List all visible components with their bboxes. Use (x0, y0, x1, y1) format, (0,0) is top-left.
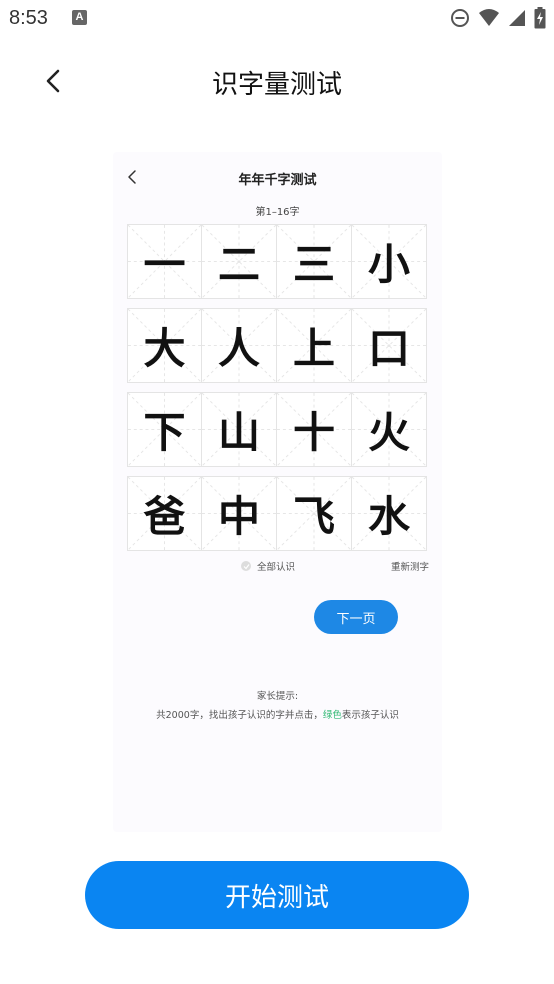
character: 中 (217, 492, 260, 541)
character: 二 (217, 240, 260, 289)
character-cell: 二 (202, 224, 277, 299)
character-cell: 大 (127, 308, 202, 383)
do-not-disturb-icon (451, 9, 469, 27)
character-cell: 一 (127, 224, 202, 299)
status-icons (450, 6, 546, 30)
hint-text-before: 共2000字，找出孩子认识的字并点击， (156, 710, 323, 721)
grid-row: 下 山 十 火 (127, 392, 429, 467)
character-grid: 一 二 三 小 大 人 上 口 下 山 十 火 爸 中 飞 水 (127, 224, 429, 560)
character: 火 (367, 408, 410, 457)
character-cell: 火 (352, 392, 427, 467)
character-cell: 小 (352, 224, 427, 299)
grid-row: 一 二 三 小 (127, 224, 429, 299)
character-cell: 口 (352, 308, 427, 383)
character: 大 (143, 324, 186, 373)
character-cell: 上 (277, 308, 352, 383)
start-test-button[interactable]: 开始测试 (85, 861, 469, 929)
nav-bar: 识字量测试 (0, 50, 554, 114)
hint-title: 家长提示: (256, 691, 299, 702)
all-known-label: 全部认识 (257, 562, 296, 573)
character: 山 (217, 408, 260, 457)
hint-text: 共2000字，找出孩子认识的字并点击，绿色表示孩子认识 (113, 707, 442, 721)
character-cell: 下 (127, 392, 202, 467)
all-known-option: 全部认识 (241, 559, 295, 573)
character: 三 (292, 240, 335, 289)
grid-row: 爸 中 飞 水 (127, 476, 429, 551)
character: 飞 (292, 492, 335, 541)
hint-text-green: 绿色 (322, 710, 342, 721)
character-cell: 中 (202, 476, 277, 551)
status-bar: 8:53 A (0, 0, 554, 38)
hint-text-after: 表示孩子认识 (341, 710, 399, 721)
character-cell: 三 (277, 224, 352, 299)
character: 十 (292, 408, 335, 457)
character-cell: 水 (352, 476, 427, 551)
character: 水 (367, 492, 410, 541)
character: 下 (143, 408, 186, 457)
character: 人 (217, 324, 260, 373)
character-cell: 飞 (277, 476, 352, 551)
page-title: 识字量测试 (211, 70, 342, 100)
character: 小 (367, 240, 410, 289)
check-circle-icon (241, 561, 251, 571)
character: 口 (367, 324, 410, 373)
preview-title: 年年千字测试 (238, 173, 317, 188)
retest-label: 重新测字 (390, 562, 429, 573)
character-cell: 十 (277, 392, 352, 467)
character-cell: 人 (202, 308, 277, 383)
character-cell: 山 (202, 392, 277, 467)
status-time: 8:53 (9, 7, 48, 29)
character: 爸 (143, 492, 186, 541)
preview-next-page-button: 下一页 (314, 600, 398, 634)
test-preview-image: 年年千字测试 第1–16字 一 二 三 小 大 人 上 口 下 山 十 火 爸 … (113, 152, 442, 832)
signal-icon (509, 10, 525, 26)
preview-subtitle: 第1–16字 (255, 207, 300, 218)
character: 一 (143, 240, 186, 289)
character: 上 (292, 324, 335, 373)
character-cell: 爸 (127, 476, 202, 551)
wifi-icon (479, 9, 499, 26)
grid-row: 大 人 上 口 (127, 308, 429, 383)
a-icon: A (72, 10, 87, 25)
battery-charging-icon (534, 7, 546, 29)
